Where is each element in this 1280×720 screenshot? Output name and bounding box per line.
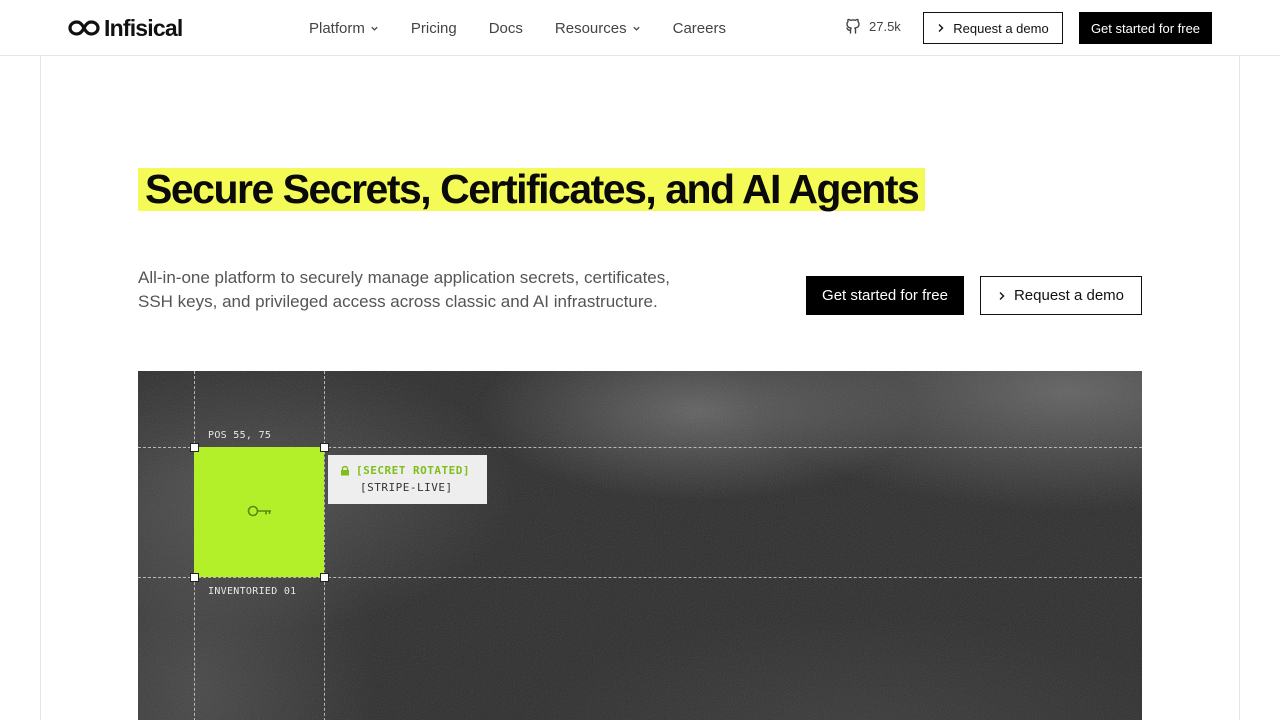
- tooltip-status-row: [SECRET ROTATED]: [340, 464, 487, 477]
- get-started-label: Get started for free: [1090, 20, 1201, 36]
- lock-icon: [341, 465, 349, 476]
- github-stars-count: 27.5k: [869, 18, 901, 34]
- chevron-down-icon: [632, 26, 640, 31]
- chevron-down-icon: [371, 26, 378, 31]
- resize-handle-bottom-right[interactable]: [320, 573, 329, 582]
- nav-item-label: Docs: [488, 19, 523, 37]
- page-frame-right: [1239, 0, 1240, 720]
- product-visual: POS 55, 75 [SECRET ROTATED] [STRIPE-LIVE…: [138, 371, 1142, 720]
- tooltip-secret-name: [STRIPE-LIVE]: [360, 481, 453, 494]
- get-started-button[interactable]: Get started for free: [1079, 12, 1212, 44]
- chevron-right-icon: [938, 24, 944, 32]
- nav-item-label: Careers: [672, 19, 726, 37]
- hero-request-demo-label: Request a demo: [1013, 287, 1125, 304]
- main-nav: Platform Pricing Docs Resources Careers: [309, 0, 758, 56]
- secret-selection-box[interactable]: [194, 447, 324, 577]
- hero-request-demo-button[interactable]: Request a demo: [980, 276, 1142, 315]
- inventory-label: INVENTORIED 01: [208, 586, 297, 597]
- logo[interactable]: Infisical: [68, 14, 183, 42]
- request-demo-label: Request a demo: [953, 20, 1049, 36]
- nav-item-label: Resources: [554, 19, 627, 37]
- nav-item-docs[interactable]: Docs: [489, 20, 523, 37]
- hero-get-started-button[interactable]: Get started for free: [806, 276, 964, 315]
- resize-handle-bottom-left[interactable]: [190, 573, 199, 582]
- logo-text: Infisical: [104, 14, 183, 41]
- hero-subtitle: All-in-one platform to securely manage a…: [138, 268, 670, 311]
- infinity-logo-icon: [68, 20, 100, 36]
- hero-get-started-label: Get started for free: [822, 287, 948, 304]
- resize-handle-top-right[interactable]: [320, 443, 329, 452]
- request-demo-button[interactable]: Request a demo: [923, 12, 1063, 44]
- headline-highlight: Secure Secrets, Certificates, and AI Age…: [138, 166, 926, 212]
- nav-item-pricing[interactable]: Pricing: [411, 20, 457, 37]
- nav-item-platform[interactable]: Platform: [309, 20, 379, 37]
- key-icon: [247, 505, 271, 517]
- nav-item-label: Platform: [309, 19, 365, 37]
- github-icon: [846, 18, 860, 34]
- chevron-right-icon: [999, 291, 1005, 300]
- page-frame-left: [40, 0, 41, 720]
- nav-item-careers[interactable]: Careers: [673, 20, 726, 37]
- site-header: Infisical Platform Pricing Docs Resource…: [0, 0, 1280, 56]
- guide-line-bottom: [138, 577, 1142, 578]
- github-stars-link[interactable]: 27.5k: [844, 17, 901, 35]
- nav-item-label: Pricing: [410, 19, 457, 37]
- resize-handle-top-left[interactable]: [190, 443, 199, 452]
- nav-item-resources[interactable]: Resources: [555, 20, 641, 37]
- page-title: Secure Secrets, Certificates, and AI Age…: [145, 166, 920, 212]
- guide-line-right: [324, 371, 325, 720]
- position-label: POS 55, 75: [208, 430, 272, 441]
- tooltip-status: [SECRET ROTATED]: [356, 464, 470, 477]
- secret-status-tooltip: [SECRET ROTATED] [STRIPE-LIVE]: [328, 455, 487, 504]
